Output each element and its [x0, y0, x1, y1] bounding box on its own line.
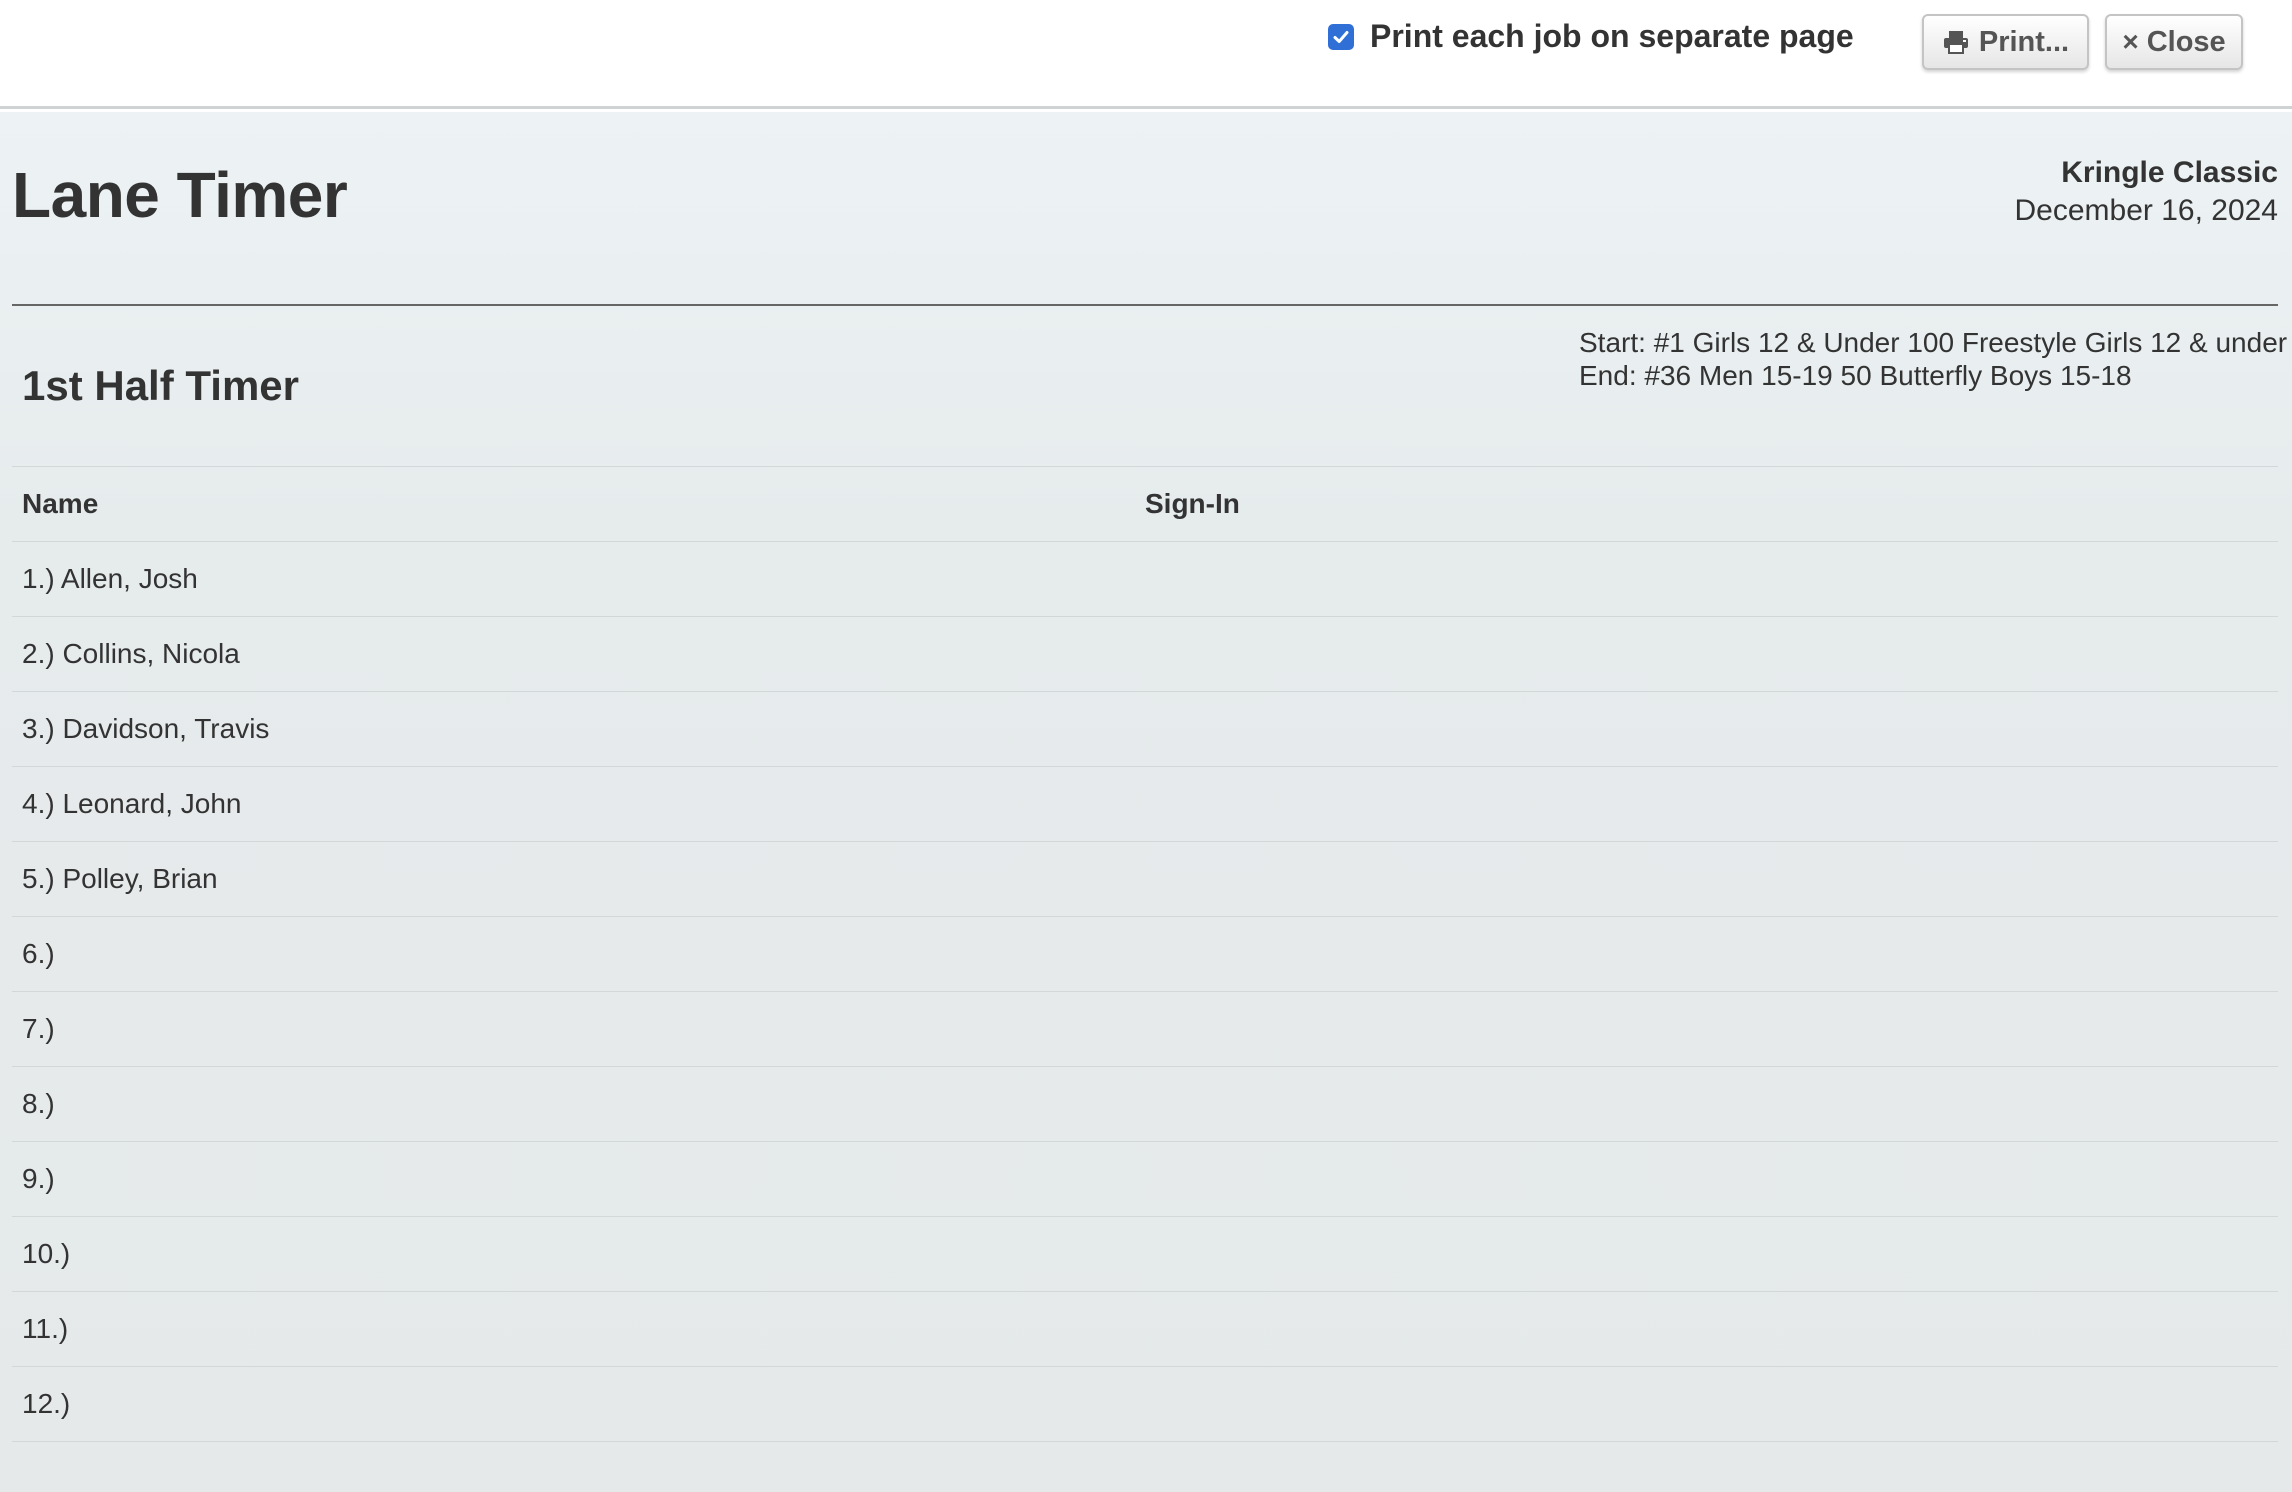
row-name: 9.): [22, 1163, 55, 1194]
row-name: 4.) Leonard, John: [22, 788, 242, 819]
print-button-label: Print...: [1978, 25, 2070, 58]
table-row: 12.): [12, 1367, 2278, 1442]
table-row: 11.): [12, 1292, 2278, 1367]
row-name: 5.) Polley, Brian: [22, 863, 218, 894]
job-title: 1st Half Timer: [22, 362, 299, 409]
table-body: 1.) Allen, Josh 2.) Collins, Nicola 3.) Da…: [12, 542, 2278, 1442]
job-start: Start: #1 Girls 12 & Under 100 Freestyle…: [1579, 327, 2288, 358]
table-row: 5.) Polley, Brian: [12, 842, 2278, 917]
print-button[interactable]: Print...: [1922, 14, 2089, 70]
meet-info: Kringle Classic December 16, 2024: [2015, 154, 2279, 230]
table-row: 9.): [12, 1142, 2278, 1217]
table-row: 2.) Collins, Nicola: [12, 617, 2278, 692]
table-row: 4.) Leonard, John: [12, 767, 2278, 842]
table-row: 3.) Davidson, Travis: [12, 692, 2278, 767]
table-row: 10.): [12, 1217, 2278, 1292]
row-name: 3.) Davidson, Travis: [22, 713, 270, 744]
print-toolbar: Print each job on separate page Print...…: [0, 0, 2292, 109]
page-title: Lane Timer: [12, 159, 348, 231]
column-header-name: Name: [22, 488, 99, 519]
close-button[interactable]: × Close: [2105, 14, 2243, 70]
checkmark-icon: [1333, 30, 1349, 43]
table-header: Name Sign-In: [12, 467, 2278, 542]
row-name: 8.): [22, 1088, 55, 1119]
job-range: Start: #1 Girls 12 & Under 100 Freestyle…: [1579, 326, 2287, 392]
table-row: 6.): [12, 917, 2278, 992]
table-row: 1.) Allen, Josh: [12, 542, 2278, 617]
printer-icon: [1942, 29, 1970, 55]
meet-date: December 16, 2024: [2014, 194, 2279, 227]
row-name: 12.): [22, 1388, 71, 1419]
row-name: 1.) Allen, Josh: [22, 563, 198, 594]
close-button-label: Close: [2146, 25, 2226, 58]
separate-page-checkbox[interactable]: [1328, 23, 1354, 50]
close-icon: ×: [2122, 26, 2139, 57]
separate-page-label: Print each job on separate page: [1370, 18, 1854, 54]
header-divider: [12, 304, 2278, 306]
report-page: Lane Timer Kringle Classic December 16, …: [0, 112, 2292, 1492]
separate-page-option[interactable]: Print each job on separate page: [1328, 18, 1854, 55]
row-name: 7.): [22, 1013, 55, 1044]
column-header-sign-in: Sign-In: [1145, 488, 1240, 519]
sign-in-table: Name Sign-In 1.) Allen, Josh 2.) Collins,…: [12, 466, 2278, 1442]
row-name: 11.): [22, 1313, 69, 1344]
meet-name: Kringle Classic: [2061, 156, 2278, 189]
job-end: End: #36 Men 15-19 50 Butterfly Boys 15-…: [1579, 360, 2132, 391]
row-name: 10.): [22, 1238, 71, 1269]
table-row: 8.): [12, 1067, 2278, 1142]
row-name: 2.) Collins, Nicola: [22, 638, 240, 669]
table-row: 7.): [12, 992, 2278, 1067]
row-name: 6.): [22, 938, 55, 969]
